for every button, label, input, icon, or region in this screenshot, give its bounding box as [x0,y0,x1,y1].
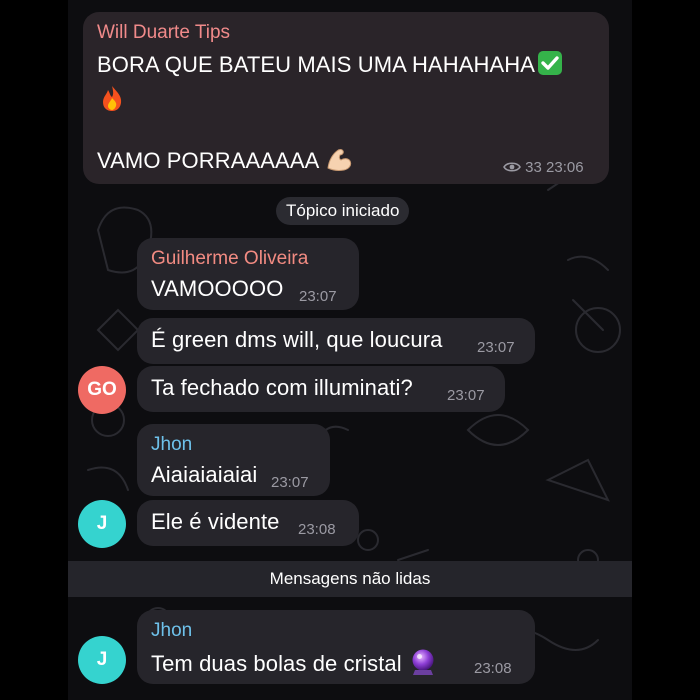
message-text: Aiaiaiaiaiai [151,462,258,487]
message-bubble[interactable]: Jhon Tem duas bolas de cristal 23:08 [137,610,535,684]
message-text: Ele é vidente [151,509,280,534]
avatar[interactable]: J [78,500,126,548]
views-count: 33 [525,159,542,176]
message-bubble[interactable]: Ele é vidente 23:08 [137,500,359,546]
channel-post-time: 23:06 [546,159,584,176]
unread-messages-divider: Mensagens não lidas [68,561,632,597]
flexed-biceps-emoji [325,146,353,178]
eye-icon [503,162,521,172]
message-text: VAMOOOOO [151,276,284,301]
crystal-ball-emoji [410,648,436,682]
message-text: É green dms will, que loucura [151,327,443,352]
message-time: 23:07 [447,387,485,404]
message-time: 23:07 [477,339,515,356]
message-time: 23:08 [298,521,336,538]
channel-post-line1: BORA QUE BATEU MAIS UMA HAHAHAHA [97,50,563,82]
avatar[interactable]: J [78,636,126,684]
avatar[interactable]: GO [78,366,126,414]
message-bubble[interactable]: Jhon Aiaiaiaiaiai 23:07 [137,424,330,496]
channel-post-bubble[interactable]: Will Duarte Tips BORA QUE BATEU MAIS UMA… [83,12,609,184]
message-text: Tem duas bolas de cristal [151,648,436,682]
message-bubble[interactable]: É green dms will, que loucura 23:07 [137,318,535,364]
channel-post-line2: VAMO PORRAAAAAA [97,146,353,178]
channel-post-meta: 33 23:06 [503,159,584,176]
message-sender[interactable]: Jhon [151,434,192,456]
check-mark-emoji [537,50,563,82]
fire-emoji [99,84,125,117]
message-bubble[interactable]: Ta fechado com illuminati? 23:07 [137,366,505,412]
message-time: 23:07 [271,474,309,491]
message-time: 23:08 [474,660,512,677]
message-sender[interactable]: Jhon [151,620,192,642]
channel-post-sender[interactable]: Will Duarte Tips [97,22,230,44]
topic-started-pill: Tópico iniciado [276,197,410,225]
message-time: 23:07 [299,288,337,305]
message-text: Ta fechado com illuminati? [151,375,413,400]
message-bubble[interactable]: Guilherme Oliveira VAMOOOOO 23:07 [137,238,359,310]
message-sender[interactable]: Guilherme Oliveira [151,248,308,270]
